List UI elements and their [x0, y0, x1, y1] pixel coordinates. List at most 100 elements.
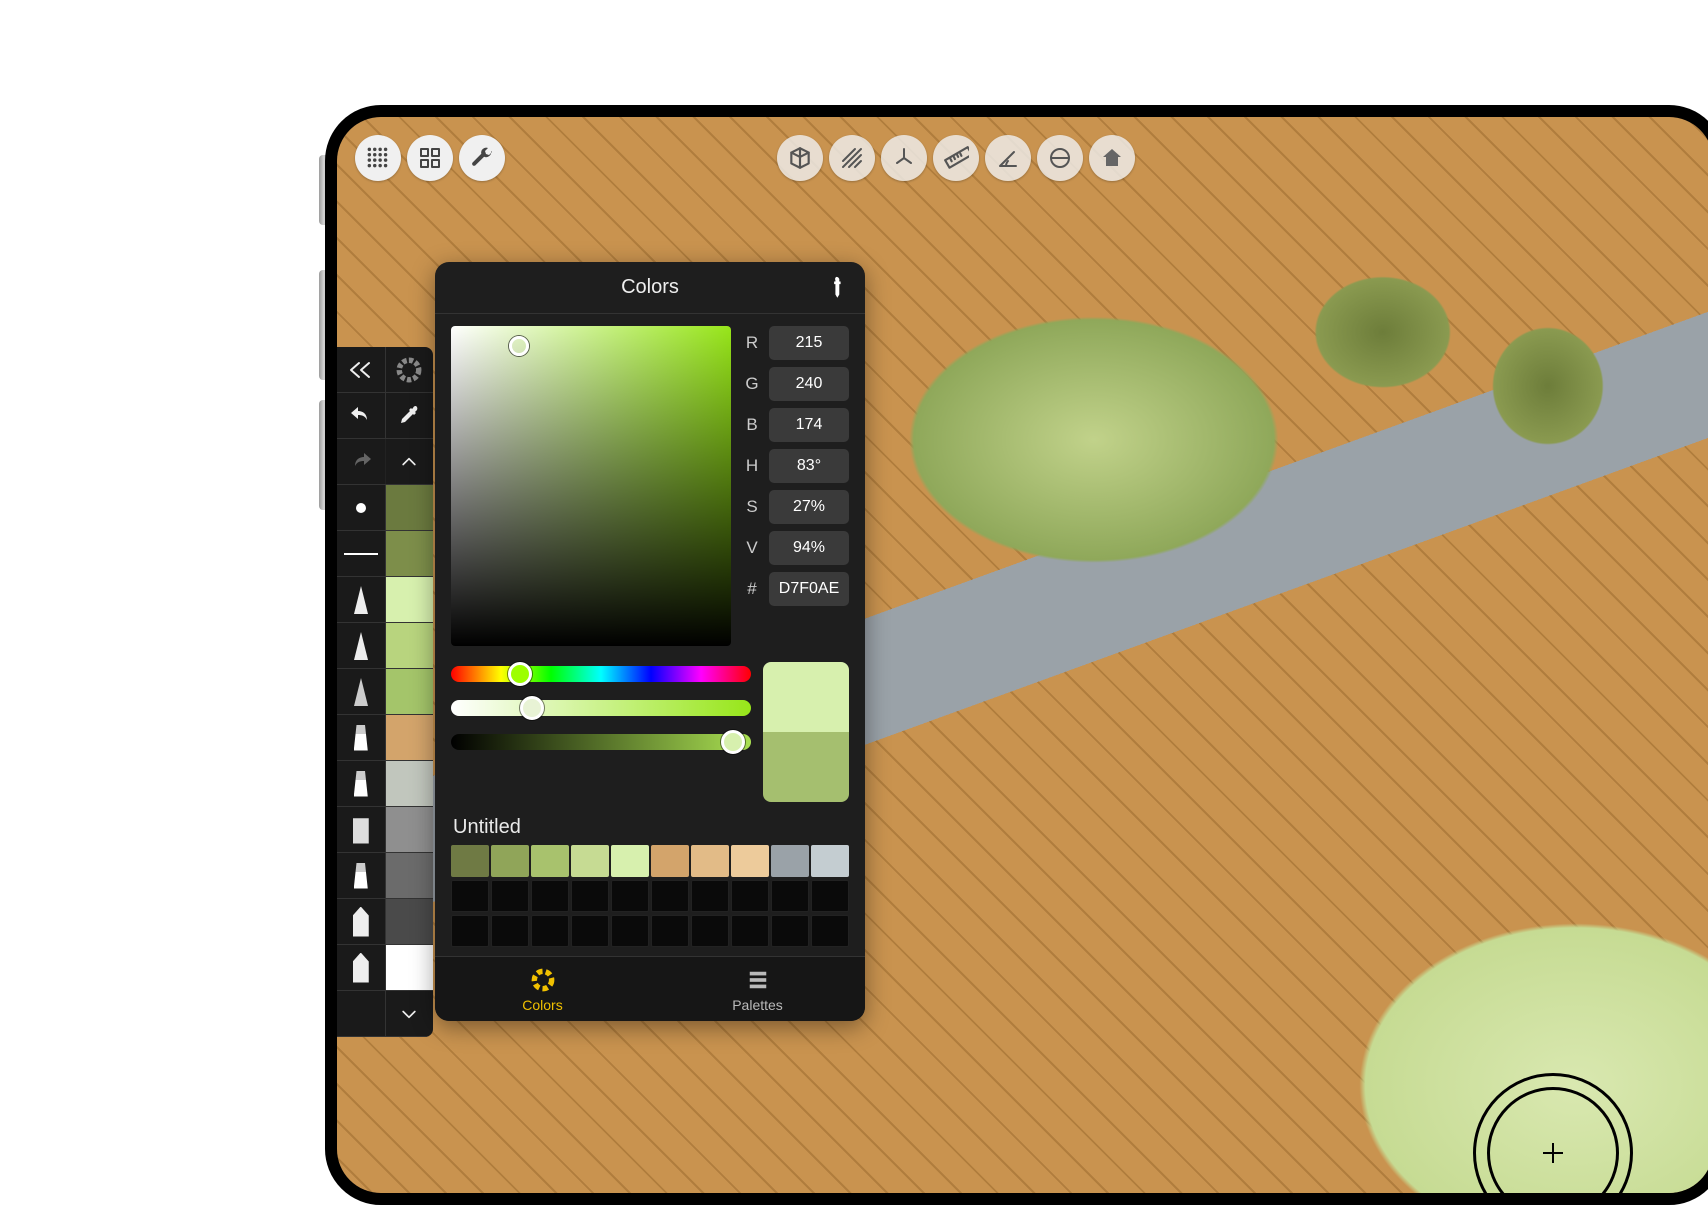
palette-swatch[interactable]	[531, 845, 569, 877]
label-v: V	[743, 538, 761, 558]
brush-tool-pen[interactable]	[337, 623, 386, 668]
redo-icon[interactable]	[337, 439, 386, 484]
value-v[interactable]: 94%	[769, 531, 849, 565]
brush-tool-pen[interactable]	[337, 577, 386, 622]
label-g: G	[743, 374, 761, 394]
palette-name[interactable]: Untitled	[453, 816, 847, 839]
eyedropper-tool-icon[interactable]	[386, 393, 434, 438]
brush-shape-line[interactable]	[337, 531, 386, 576]
swatch-slot-1[interactable]	[386, 531, 434, 576]
undo-icon[interactable]	[337, 393, 386, 438]
saturation-slider[interactable]	[451, 700, 751, 716]
swatch-slot[interactable]	[386, 807, 434, 852]
hue-slider[interactable]	[451, 666, 751, 682]
empty-swatch[interactable]	[491, 880, 529, 912]
brush-tool-marker[interactable]	[337, 853, 386, 898]
empty-swatch[interactable]	[651, 915, 689, 947]
brush-tool-marker[interactable]	[337, 715, 386, 760]
empty-swatch[interactable]	[691, 915, 729, 947]
hue-thumb[interactable]	[508, 662, 532, 686]
color-fields: R215 G240 B174 H83° S27% V94% #D7F0AE	[743, 326, 849, 646]
empty-swatch[interactable]	[611, 915, 649, 947]
palette-swatch[interactable]	[771, 845, 809, 877]
tab-colors[interactable]: Colors	[435, 957, 650, 1021]
home-icon[interactable]	[1089, 135, 1135, 181]
brush-tool-pencil[interactable]	[337, 669, 386, 714]
sv-cursor[interactable]	[509, 336, 529, 356]
swatch-slot-top[interactable]	[386, 485, 434, 530]
angle-icon[interactable]	[985, 135, 1031, 181]
palette-swatch[interactable]	[571, 845, 609, 877]
label-r: R	[743, 333, 761, 353]
palette-swatch[interactable]	[691, 845, 729, 877]
chevron-down-icon[interactable]	[386, 991, 434, 1036]
panel-eyedropper-icon[interactable]	[822, 272, 853, 303]
apps-grid-icon[interactable]	[407, 135, 453, 181]
palette-swatch[interactable]	[491, 845, 529, 877]
palette-swatch[interactable]	[451, 845, 489, 877]
brush-tool-calli[interactable]	[337, 899, 386, 944]
value-h[interactable]: 83°	[769, 449, 849, 483]
label-b: B	[743, 415, 761, 435]
empty-swatch[interactable]	[571, 915, 609, 947]
swatch-slot[interactable]	[386, 945, 434, 990]
color-wheel-icon[interactable]	[386, 347, 434, 392]
saturation-value-picker[interactable]	[451, 326, 731, 646]
empty-swatch[interactable]	[771, 915, 809, 947]
value-r[interactable]: 215	[769, 326, 849, 360]
brush-tool-calli[interactable]	[337, 945, 386, 990]
empty-swatch[interactable]	[531, 880, 569, 912]
palette-swatch[interactable]	[731, 845, 769, 877]
top-toolbar-left	[355, 135, 505, 181]
value-hex[interactable]: D7F0AE	[769, 572, 849, 606]
brush-tool-flat[interactable]	[337, 807, 386, 852]
swatch-slot[interactable]	[386, 669, 434, 714]
empty-swatch[interactable]	[451, 915, 489, 947]
chevron-up-icon[interactable]	[386, 439, 434, 484]
object-3d-icon[interactable]	[777, 135, 823, 181]
label-h: H	[743, 456, 761, 476]
empty-swatch[interactable]	[771, 880, 809, 912]
empty-swatch[interactable]	[811, 915, 849, 947]
empty-swatch[interactable]	[451, 880, 489, 912]
preview-current	[763, 662, 849, 732]
palette-swatch[interactable]	[611, 845, 649, 877]
value-s[interactable]: 27%	[769, 490, 849, 524]
empty-swatch[interactable]	[651, 880, 689, 912]
hatching-fill-icon[interactable]	[829, 135, 875, 181]
brush-tool-marker[interactable]	[337, 761, 386, 806]
preview-previous	[763, 732, 849, 802]
empty-swatch[interactable]	[491, 915, 529, 947]
swatch-slot[interactable]	[386, 853, 434, 898]
swatch-slot[interactable]	[386, 623, 434, 668]
empty-swatch[interactable]	[731, 915, 769, 947]
swatch-slot[interactable]	[386, 761, 434, 806]
swatch-slot[interactable]	[386, 715, 434, 760]
collapse-sidebar-icon[interactable]	[337, 347, 386, 392]
empty-swatch[interactable]	[811, 880, 849, 912]
palette-swatch[interactable]	[651, 845, 689, 877]
value-g[interactable]: 240	[769, 367, 849, 401]
tab-colors-label: Colors	[522, 997, 562, 1013]
swatch-slot[interactable]	[386, 899, 434, 944]
empty-swatch[interactable]	[691, 880, 729, 912]
sat-thumb[interactable]	[520, 696, 544, 720]
settings-wrench-icon[interactable]	[459, 135, 505, 181]
swatch-slot[interactable]	[386, 577, 434, 622]
val-thumb[interactable]	[721, 730, 745, 754]
ruler-icon[interactable]	[933, 135, 979, 181]
empty-swatch[interactable]	[571, 880, 609, 912]
palette-swatch[interactable]	[811, 845, 849, 877]
gallery-grid-icon[interactable]	[355, 135, 401, 181]
empty-swatch[interactable]	[731, 880, 769, 912]
empty-swatch[interactable]	[531, 915, 569, 947]
axis-icon[interactable]	[881, 135, 927, 181]
disable-icon[interactable]	[1037, 135, 1083, 181]
label-s: S	[743, 497, 761, 517]
brush-shape-dot[interactable]	[337, 485, 386, 530]
tab-palettes[interactable]: Palettes	[650, 957, 865, 1021]
value-b[interactable]: 174	[769, 408, 849, 442]
empty-swatch[interactable]	[611, 880, 649, 912]
value-slider[interactable]	[451, 734, 751, 750]
crosshair-line-v	[1552, 1143, 1554, 1163]
